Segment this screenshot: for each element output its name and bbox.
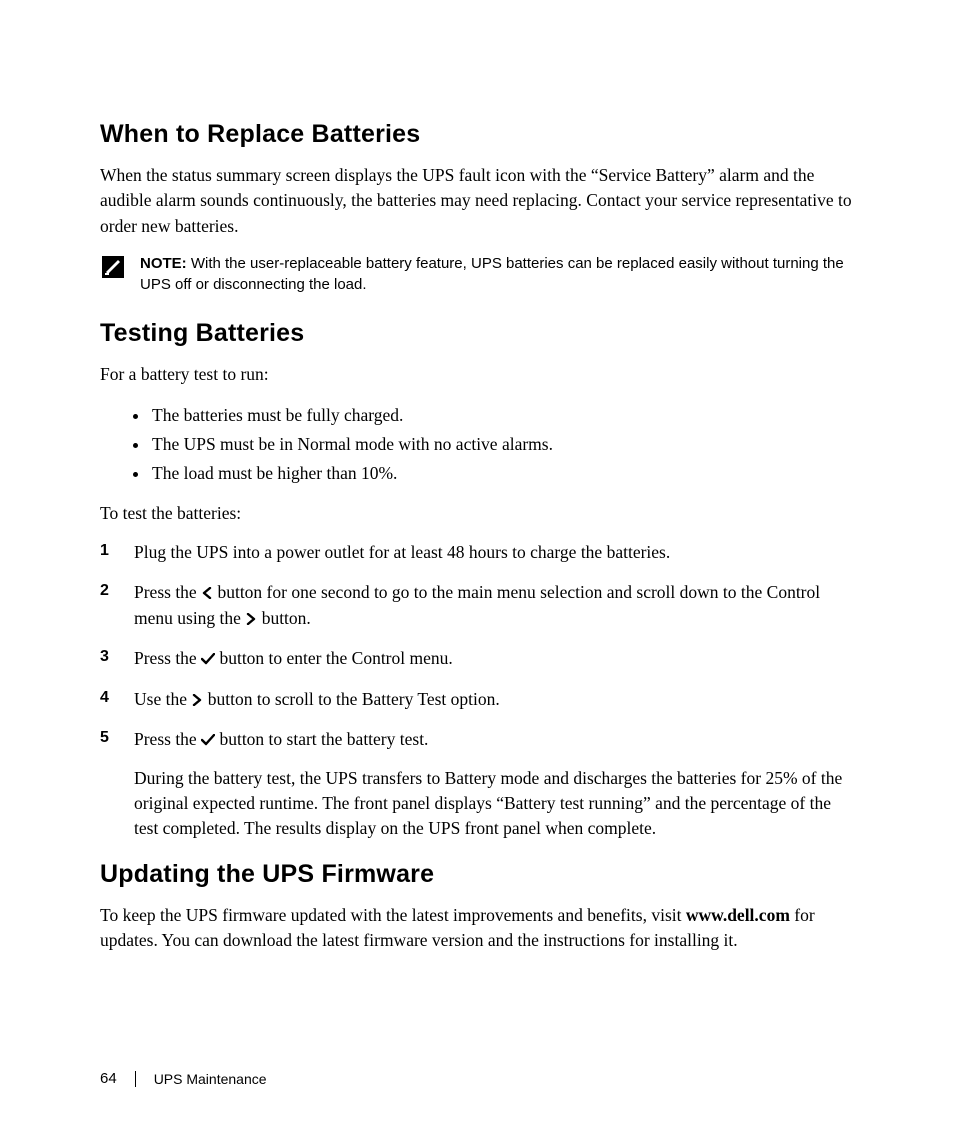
site-url: www.dell.com xyxy=(686,905,790,925)
text-fragment: Use the xyxy=(134,689,191,709)
step-number: 3 xyxy=(100,646,134,666)
step-body: Press the button to start the battery te… xyxy=(134,727,859,842)
step-body: Use the button to scroll to the Battery … xyxy=(134,687,859,713)
step-body: Press the button for one second to go to… xyxy=(134,580,859,633)
note-text: NOTE: With the user-replaceable battery … xyxy=(140,253,859,295)
text-fragment: Press the xyxy=(134,648,201,668)
testing-lead: To test the batteries: xyxy=(100,501,859,526)
step-number: 2 xyxy=(100,580,134,600)
checkmark-icon xyxy=(201,728,215,753)
text-fragment: button to enter the Control menu. xyxy=(215,648,453,668)
greater-than-icon xyxy=(191,688,203,713)
step-body: Plug the UPS into a power outlet for at … xyxy=(134,540,859,565)
step-text: Press the button to enter the Control me… xyxy=(134,646,859,672)
step-text: Press the button for one second to go to… xyxy=(134,580,859,633)
note-block: NOTE: With the user-replaceable battery … xyxy=(100,253,859,295)
step-text: Plug the UPS into a power outlet for at … xyxy=(134,540,859,565)
step-row: 5 Press the button to start the battery … xyxy=(100,727,859,842)
steps-list: 1 Plug the UPS into a power outlet for a… xyxy=(100,540,859,841)
pencil-note-icon xyxy=(100,254,126,280)
text-fragment: button to start the battery test. xyxy=(215,729,428,749)
para-firmware: To keep the UPS firmware updated with th… xyxy=(100,903,859,954)
footer-section-title: UPS Maintenance xyxy=(154,1071,267,1087)
greater-than-icon xyxy=(245,607,257,632)
heading-testing-batteries: Testing Batteries xyxy=(100,319,859,348)
step-row: 3 Press the button to enter the Control … xyxy=(100,646,859,672)
step-body: Press the button to enter the Control me… xyxy=(134,646,859,672)
text-fragment: button for one second to go to the main … xyxy=(134,582,820,628)
step-number: 1 xyxy=(100,540,134,560)
testing-bullets: The batteries must be fully charged. The… xyxy=(100,402,859,487)
step-row: 1 Plug the UPS into a power outlet for a… xyxy=(100,540,859,565)
text-fragment: To keep the UPS firmware updated with th… xyxy=(100,905,686,925)
step-after-text: During the battery test, the UPS transfe… xyxy=(134,766,859,842)
page-footer: 64 UPS Maintenance xyxy=(100,1070,267,1087)
step-row: 4 Use the button to scroll to the Batter… xyxy=(100,687,859,713)
note-label: NOTE: xyxy=(140,255,187,272)
checkmark-icon xyxy=(201,647,215,672)
list-item: The batteries must be fully charged. xyxy=(150,402,859,429)
step-row: 2 Press the button for one second to go … xyxy=(100,580,859,633)
step-number: 4 xyxy=(100,687,134,707)
text-fragment: button to scroll to the Battery Test opt… xyxy=(203,689,499,709)
list-item: The UPS must be in Normal mode with no a… xyxy=(150,431,859,458)
page: When to Replace Batteries When the statu… xyxy=(0,0,954,1145)
less-than-icon xyxy=(201,581,213,606)
page-number: 64 xyxy=(100,1070,117,1087)
footer-divider xyxy=(135,1071,136,1087)
heading-replace-batteries: When to Replace Batteries xyxy=(100,120,859,149)
heading-updating-firmware: Updating the UPS Firmware xyxy=(100,860,859,889)
text-fragment: Press the xyxy=(134,582,201,602)
step-number: 5 xyxy=(100,727,134,747)
step-text: Press the button to start the battery te… xyxy=(134,727,859,753)
list-item: The load must be higher than 10%. xyxy=(150,460,859,487)
step-text: Use the button to scroll to the Battery … xyxy=(134,687,859,713)
para-replace-batteries: When the status summary screen displays … xyxy=(100,163,859,239)
testing-intro: For a battery test to run: xyxy=(100,362,859,387)
text-fragment: Press the xyxy=(134,729,201,749)
note-body: With the user-replaceable battery featur… xyxy=(140,255,844,293)
text-fragment: button. xyxy=(257,608,310,628)
